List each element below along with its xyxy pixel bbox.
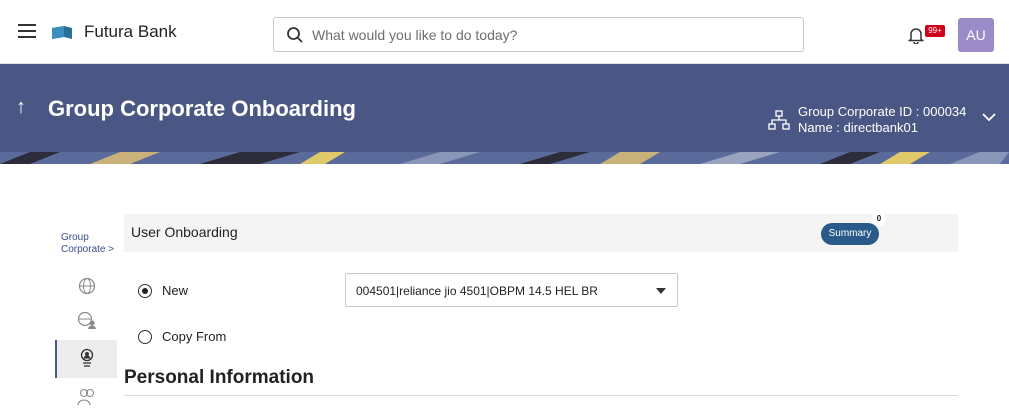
search-bar[interactable] [273, 17, 804, 52]
breadcrumb-line1: Group [61, 232, 89, 243]
radio-new-label: New [162, 283, 189, 298]
group-corporate-info: Group Corporate ID : 000034 Name : direc… [798, 104, 966, 136]
radio-new-button[interactable] [138, 284, 152, 298]
radio-copy-from-button[interactable] [138, 330, 152, 344]
page-header-banner: ↑ Group Corporate Onboarding Group Corpo… [0, 64, 1009, 164]
party-select-value: 004501|reliance jio 4501|OBPM 14.5 HEL B… [356, 284, 598, 298]
notification-bell-icon[interactable] [908, 26, 924, 44]
notification-badge: 99+ [925, 25, 945, 37]
page-title: Group Corporate Onboarding [48, 96, 356, 121]
group-corporate-name: Name : directbank01 [798, 120, 918, 135]
brand-name[interactable]: Futura Bank [84, 22, 177, 42]
user-onboarding-icon[interactable] [77, 348, 97, 368]
globe-user-icon[interactable] [77, 310, 97, 330]
radio-copy-from-label: Copy From [162, 329, 227, 344]
section-divider [124, 395, 958, 396]
breadcrumb-line2: Corporate > [61, 244, 115, 255]
section-title: User Onboarding [131, 224, 238, 240]
users-group-icon[interactable] [77, 386, 97, 406]
hamburger-menu-icon[interactable] [18, 24, 36, 38]
back-arrow-icon[interactable]: ↑ [16, 96, 26, 119]
party-select-dropdown[interactable]: 004501|reliance jio 4501|OBPM 14.5 HEL B… [345, 273, 678, 307]
chevron-down-icon[interactable] [982, 112, 996, 122]
group-corporate-id: Group Corporate ID : 000034 [798, 104, 967, 119]
breadcrumb[interactable]: Group Corporate > [61, 232, 114, 256]
banner-decorative-pattern [0, 152, 1009, 164]
search-icon [287, 27, 303, 43]
caret-down-icon [656, 288, 666, 294]
summary-count-badge: 0 [872, 212, 886, 226]
org-structure-icon [768, 110, 790, 130]
summary-button[interactable]: Summary [821, 223, 879, 245]
user-avatar[interactable]: AU [958, 18, 994, 52]
globe-icon[interactable] [77, 276, 97, 296]
personal-information-heading: Personal Information [124, 367, 315, 388]
bank-logo-icon [52, 26, 72, 39]
search-input[interactable] [312, 24, 792, 46]
top-bar: Futura Bank 99+ AU [0, 0, 1009, 64]
